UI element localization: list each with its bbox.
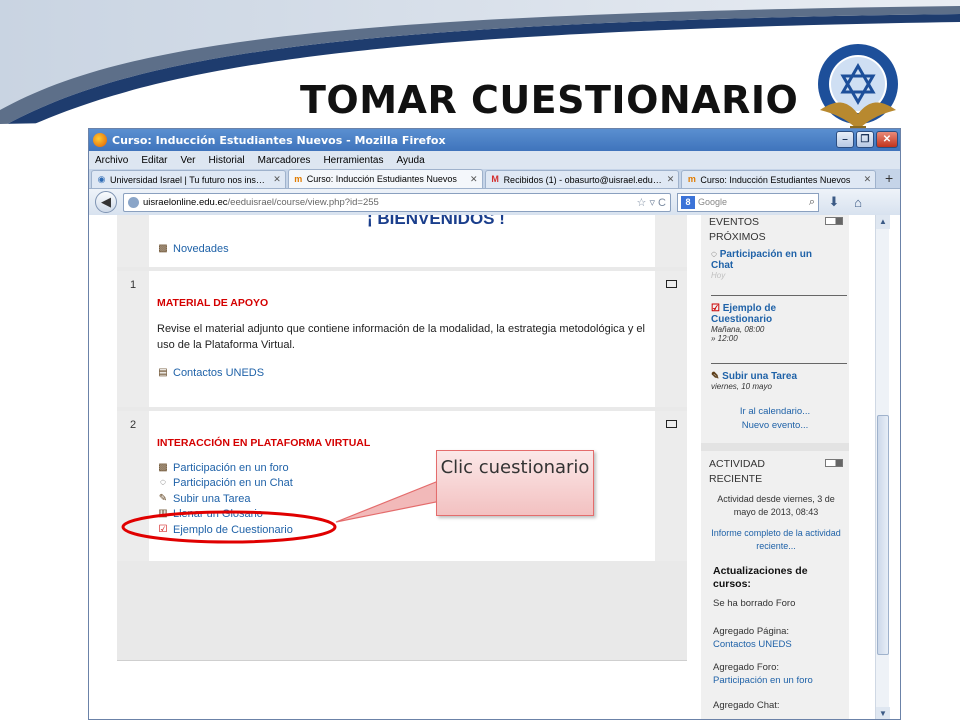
- browser-window: Curso: Inducción Estudiantes Nuevos - Mo…: [88, 128, 901, 720]
- university-logo: [818, 44, 898, 134]
- updates-title: Actualizaciones de cursos:: [713, 565, 808, 590]
- highlight-toggle[interactable]: [665, 280, 677, 288]
- globe-icon: ◉: [97, 174, 106, 184]
- callout-text: Clic cuestionario: [440, 457, 590, 478]
- moodle-icon: m: [294, 173, 303, 184]
- new-tab-button[interactable]: +: [878, 170, 900, 188]
- moodle-icon: m: [687, 174, 696, 184]
- event-quiz[interactable]: ☑ Ejemplo de Cuestionario Mañana, 08:00 …: [711, 303, 843, 343]
- activity-since: Actividad desde viernes, 3 de mayo de 20…: [717, 494, 835, 517]
- menu-marcadores[interactable]: Marcadores: [258, 155, 311, 166]
- search-bar[interactable]: 8 Google ⌕: [677, 192, 819, 212]
- recent-activity-block: ACTIVIDAD RECIENTE Actividad desde viern…: [701, 451, 849, 719]
- update-link[interactable]: Contactos UNEDS: [713, 638, 845, 651]
- highlight-toggle[interactable]: [665, 420, 677, 428]
- window-titlebar: Curso: Inducción Estudiantes Nuevos - Mo…: [89, 129, 900, 151]
- event-chat[interactable]: ◌ Participación en un Chat Hoy: [711, 249, 843, 280]
- gmail-icon: M: [491, 174, 499, 184]
- menu-archivo[interactable]: Archivo: [95, 155, 128, 166]
- menu-ayuda[interactable]: Ayuda: [396, 155, 424, 166]
- tab-course-active[interactable]: m Curso: Inducción Estudiantes Nuevos ✕: [287, 169, 483, 188]
- menu-historial[interactable]: Historial: [209, 155, 245, 166]
- close-button[interactable]: ✕: [876, 131, 898, 148]
- assignment-icon: ✎: [711, 371, 723, 382]
- back-button[interactable]: ◀: [95, 191, 117, 213]
- section-title: INTERACCIÓN EN PLATAFORMA VIRTUAL: [157, 437, 371, 449]
- slide: TOMAR CUESTIONARIO Curso: Inducción Estu…: [0, 0, 960, 720]
- forum-icon: ▩: [158, 242, 168, 254]
- update-item: Agregado Foro: Participación en un foro: [713, 661, 845, 687]
- url-path: /eeduisrael/course/view.php?id=255: [227, 196, 379, 208]
- url-bar[interactable]: uisraelonline.edu.ec /eeduisrael/course/…: [123, 192, 671, 212]
- bookmark-star-icon[interactable]: ☆ ▿ C: [637, 196, 670, 209]
- contacts-link[interactable]: ▤ Contactos UNEDS: [157, 365, 647, 381]
- url-host: uisraelonline.edu.ec: [143, 196, 228, 208]
- update-item: Agregado Página: Contactos UNEDS: [713, 625, 845, 651]
- section-title: MATERIAL DE APOYO: [157, 297, 269, 309]
- quiz-icon: ☑: [158, 523, 168, 535]
- divider: [711, 363, 847, 364]
- forum-icon: ▩: [158, 461, 168, 473]
- vertical-scrollbar[interactable]: ▲ ▼: [875, 215, 890, 719]
- divider: [711, 295, 847, 296]
- welcome-heading: ¡ BIENVENIDOS !: [367, 215, 505, 228]
- navigation-bar: ◀ uisraelonline.edu.ec /eeduisrael/cours…: [89, 189, 900, 215]
- glossary-icon: ▥: [158, 508, 168, 520]
- chat-icon: ◌: [160, 477, 166, 489]
- slide-title: TOMAR CUESTIONARIO: [300, 78, 799, 122]
- assignment-icon: ✎: [158, 492, 168, 504]
- scroll-up-icon[interactable]: ▲: [876, 215, 890, 229]
- window-title: Curso: Inducción Estudiantes Nuevos - Mo…: [112, 133, 446, 147]
- event-assignment[interactable]: ✎ Subir una Tarea viernes, 10 mayo: [711, 371, 843, 391]
- download-icon[interactable]: ⬇: [825, 194, 843, 210]
- callout-box: Clic cuestionario: [436, 450, 594, 516]
- section-description: Revise el material adjunto que contiene …: [157, 323, 645, 351]
- calendar-link[interactable]: Ir al calendario...: [701, 405, 849, 419]
- menu-ver[interactable]: Ver: [180, 155, 195, 166]
- menu-editar[interactable]: Editar: [141, 155, 167, 166]
- scroll-down-icon[interactable]: ▼: [876, 707, 890, 719]
- course-sections: ¡ BIENVENIDOS ! ▩ Novedades 1 MATERIAL D…: [117, 215, 687, 661]
- new-event-link[interactable]: Nuevo evento...: [701, 419, 849, 433]
- quiz-link[interactable]: ☑ Ejemplo de Cuestionario: [157, 522, 647, 538]
- section-number: 2: [117, 411, 149, 561]
- news-link[interactable]: ▩ Novedades: [157, 241, 228, 257]
- search-icon[interactable]: ⌕: [809, 196, 818, 209]
- update-item: Se ha borrado Foro: [713, 598, 796, 609]
- update-item: Agregado Chat:: [713, 700, 780, 711]
- google-icon: 8: [681, 195, 695, 209]
- quiz-icon: ☑: [711, 303, 723, 314]
- section-2: 2 INTERACCIÓN EN PLATAFORMA VIRTUAL ▩ Pa…: [117, 409, 687, 561]
- menu-herramientas[interactable]: Herramientas: [323, 155, 383, 166]
- firefox-icon: [93, 133, 107, 147]
- menu-bar: Archivo Editar Ver Historial Marcadores …: [89, 151, 900, 169]
- full-report-link[interactable]: Informe completo de la actividad recient…: [707, 527, 845, 553]
- chat-icon: ◌: [711, 249, 720, 260]
- tab-gmail[interactable]: M Recibidos (1) - obasurto@uisrael.edu.e…: [484, 170, 680, 188]
- site-identity-icon: [128, 196, 139, 208]
- tab-bar: ◉ Universidad Israel | Tu futuro nos ins…: [89, 169, 900, 189]
- minimize-button[interactable]: –: [836, 131, 854, 148]
- search-placeholder: Google: [698, 197, 728, 207]
- upcoming-events-block: EVENTOS PRÓXIMOS ◌ Participación en un C…: [701, 215, 849, 443]
- sidebar: EVENTOS PRÓXIMOS ◌ Participación en un C…: [701, 215, 849, 719]
- section-number: 1: [117, 271, 149, 407]
- tab-close-icon[interactable]: ✕: [273, 174, 281, 185]
- tab-close-icon[interactable]: ✕: [470, 174, 478, 185]
- tab-uisrael[interactable]: ◉ Universidad Israel | Tu futuro nos ins…: [91, 170, 286, 188]
- scroll-thumb[interactable]: [877, 415, 889, 655]
- block-collapse-icon[interactable]: [825, 459, 843, 467]
- tab-close-icon[interactable]: ✕: [667, 174, 675, 185]
- page-icon: ▤: [158, 366, 168, 378]
- block-title: ACTIVIDAD RECIENTE: [709, 458, 766, 485]
- section-0: ¡ BIENVENIDOS ! ▩ Novedades: [117, 215, 687, 267]
- update-link[interactable]: Participación en un foro: [713, 674, 845, 687]
- section-1: 1 MATERIAL DE APOYO Revise el material a…: [117, 269, 687, 407]
- tab-course-2[interactable]: m Curso: Inducción Estudiantes Nuevos ✕: [681, 170, 877, 188]
- restore-button[interactable]: ❐: [856, 131, 874, 148]
- block-collapse-icon[interactable]: [825, 217, 843, 225]
- home-icon[interactable]: ⌂: [849, 195, 867, 210]
- tab-close-icon[interactable]: ✕: [864, 174, 872, 185]
